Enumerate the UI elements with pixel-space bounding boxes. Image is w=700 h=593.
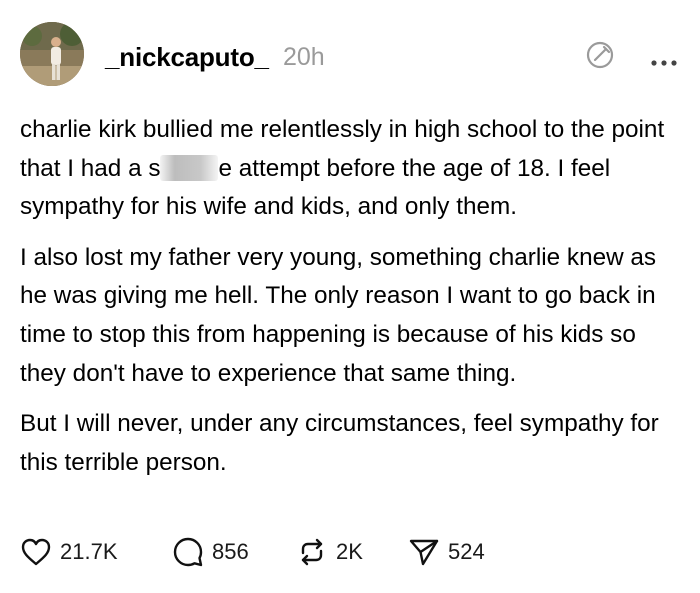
- comment-button[interactable]: 856: [172, 536, 296, 568]
- repost-count: 2K: [336, 539, 363, 564]
- send-icon: [409, 539, 439, 566]
- redacted-blur: [160, 154, 219, 181]
- post-paragraph-3: But I will never, under any circumstance…: [20, 410, 659, 476]
- post-paragraph-2: I also lost my father very young, someth…: [20, 243, 657, 387]
- repost-icon: [301, 538, 323, 566]
- comment-count: 856: [212, 539, 249, 564]
- repost-button[interactable]: 2K: [296, 536, 408, 568]
- more-dots-icon[interactable]: [650, 54, 680, 72]
- edit-circle-icon[interactable]: [585, 40, 615, 75]
- like-button[interactable]: 21.7K: [20, 537, 172, 567]
- username[interactable]: _nickcaputo_: [105, 42, 269, 73]
- share-count: 524: [448, 539, 485, 564]
- share-button[interactable]: 524: [408, 537, 485, 567]
- post-paragraph-1: charlie kirk bullied me relentlessly in …: [20, 111, 680, 227]
- heart-icon: [21, 538, 51, 566]
- comment-bubble-icon: [173, 537, 203, 567]
- action-bar: 21.7K 856 2K 524: [20, 534, 485, 570]
- avatar[interactable]: [20, 22, 84, 86]
- like-count: 21.7K: [60, 539, 118, 564]
- post-body: charlie kirk bullied me relentlessly in …: [20, 111, 680, 494]
- post-time: 20h: [283, 43, 325, 71]
- post-header: _nickcaputo_ 20h: [20, 22, 680, 88]
